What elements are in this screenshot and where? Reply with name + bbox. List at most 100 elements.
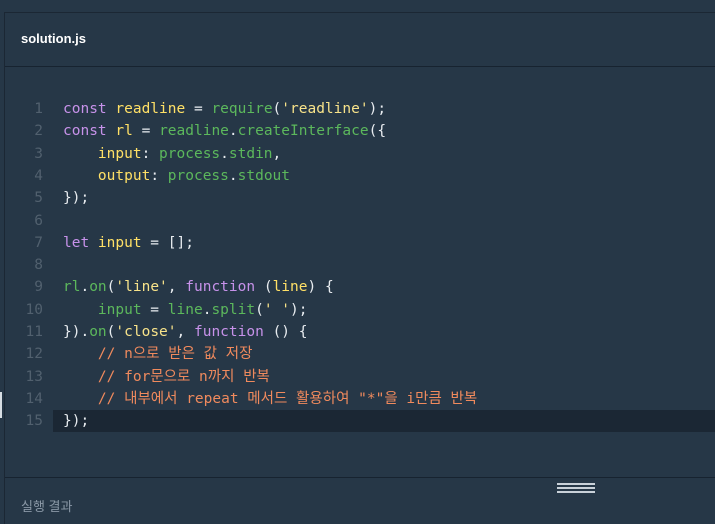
line-number: 5 [34,190,43,207]
line-code: input = line.split(' '); [63,299,308,321]
code-line[interactable]: 1 const readline = require('readline'); [5,98,715,120]
code-token: = [185,101,212,117]
line-code: let input = []; [63,232,194,254]
code-token: const [63,123,116,140]
code-token: rl [115,123,133,140]
code-line[interactable]: 2 const rl = readline.createInterface({ [5,120,715,142]
code-line[interactable]: 7 let input = []; [5,232,715,254]
line-number: 13 [25,368,43,385]
code-token: }); [63,190,90,207]
code-token: readline [159,123,229,140]
line-number: 2 [34,123,43,140]
code-token: ( [272,101,282,117]
code-token: ); [368,101,387,117]
code-token: = [132,123,160,140]
line-number: 11 [25,324,43,340]
line-code: const rl = readline.createInterface({ [63,120,386,142]
code-token: 'close' [115,324,177,340]
code-line[interactable]: 10 input = line.split(' '); [5,299,715,321]
line-code: const readline = require('readline'); [63,98,386,120]
result-label: 실행 결과 [21,499,73,514]
code-token: readline [115,101,186,117]
line-number: 1 [34,101,43,117]
line-code: rl.on('line', function (line) { [63,276,334,298]
code-line[interactable]: 14 // 내부에서 repeat 메서드 활용하여 "*"을 i만큼 반복 [5,388,715,410]
line-number: 7 [34,234,43,251]
code-token: ); [290,301,308,318]
code-line[interactable]: 8 [5,254,715,276]
code-token: = []; [141,234,194,251]
code-token: , [176,324,194,340]
code-token: createInterface [237,123,369,140]
code-token: , [167,279,186,296]
code-token: = [141,301,168,318]
code-token: ({ [368,123,387,140]
code-token: . [220,145,229,162]
code-line[interactable]: 4 output: process.stdout [5,165,715,187]
code-token: // for문으로 n까지 반복 [97,368,270,385]
code-token: line [272,279,308,296]
line-number: 12 [25,346,43,363]
code-token: split [211,301,256,318]
code-token: output [97,167,151,184]
line-code: output: process.stdout [63,165,290,187]
line-number: 4 [34,167,43,184]
code-token: // 내부에서 repeat 메서드 활용하여 "*"을 i만큼 반복 [97,390,478,407]
code-token: : [150,167,168,184]
gutter-cursor-marker [0,392,2,418]
line-number: 8 [34,257,43,274]
code-line[interactable]: 15}); [26,410,715,433]
code-token: process [159,145,221,162]
code-token: }); [63,413,90,430]
code-token: 'line' [115,279,168,296]
code-token: on [89,279,107,296]
code-line[interactable]: 12 // n으로 받은 값 저장 [5,343,715,365]
line-number: 10 [25,301,43,318]
code-token: }). [63,324,90,340]
code-token: input [97,145,142,162]
line-number: 14 [25,390,43,407]
line-code: // 내부에서 repeat 메서드 활용하여 "*"을 i만큼 반복 [63,388,477,410]
code-line[interactable]: 3 input: process.stdin, [5,143,715,165]
code-line[interactable]: 9 rl.on('line', function (line) { [5,276,715,298]
code-line[interactable]: 5}); [5,187,715,209]
code-token: ( [255,301,264,318]
code-token: . [80,279,90,296]
file-tab[interactable]: solution.js [21,31,86,46]
code-token: input [97,234,142,251]
code-token: ) { [307,279,334,296]
top-strip [0,0,715,12]
resize-handle[interactable] [557,483,595,493]
code-token: function [185,279,264,296]
code-token: ( [263,279,273,296]
line-code: // for문으로 n까지 반복 [63,366,270,388]
code-token: let [63,234,98,251]
code-token: . [228,167,238,184]
code-line[interactable]: 13 // for문으로 n까지 반복 [5,366,715,388]
code-token: require [211,101,273,117]
code-editor[interactable]: 1 const readline = require('readline'); 2 c… [5,68,715,477]
code-token: rl [63,279,81,296]
code-token: const [63,101,116,117]
code-token: stdout [237,167,291,184]
result-panel-header: 실행 결과 [5,477,715,524]
line-code: // n으로 받은 값 저장 [63,343,253,365]
code-token: . [228,123,238,140]
line-number: 3 [34,145,43,162]
code-line[interactable]: 11}).on('close', function () { [5,321,715,343]
code-token: process [167,167,229,184]
code-token: input [97,301,142,318]
line-number: 9 [34,279,43,296]
code-token: on [89,324,107,340]
code-token: // n으로 받은 값 저장 [97,346,253,363]
line-code: }); [63,187,89,209]
line-number: 6 [34,212,43,229]
code-token: 'readline' [281,101,369,117]
code-line[interactable]: 6 [5,210,715,232]
